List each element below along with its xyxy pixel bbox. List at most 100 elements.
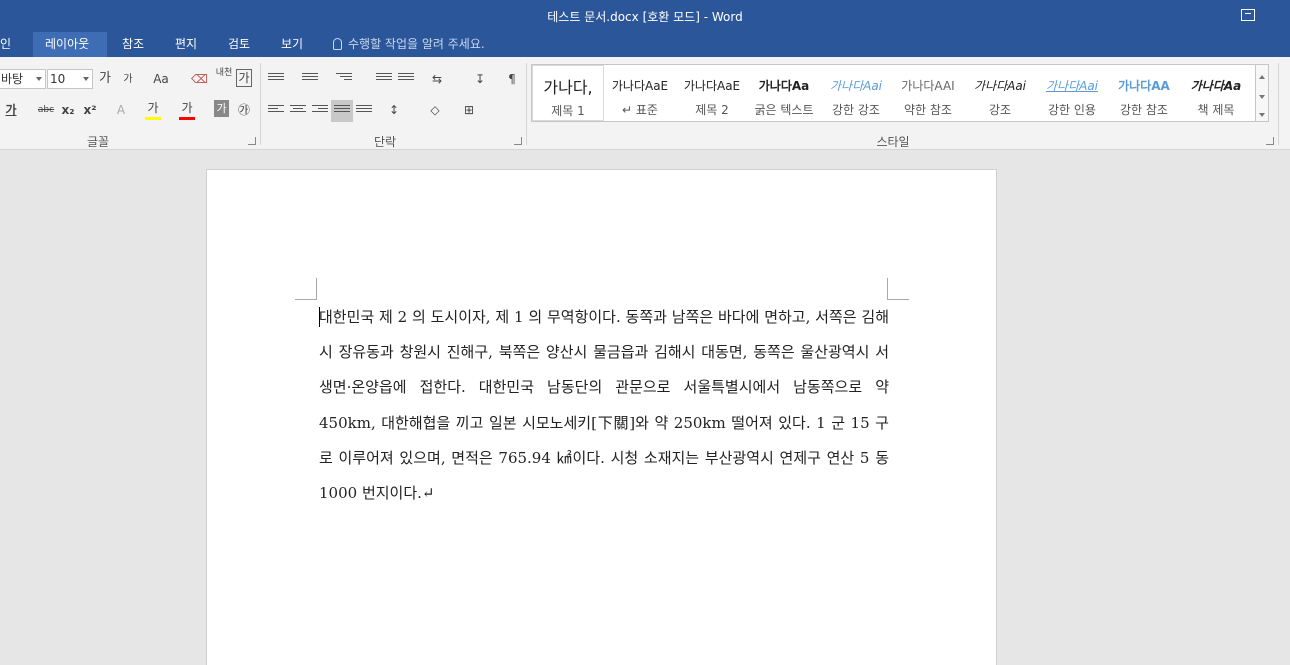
numbering-icon[interactable] [302, 73, 318, 85]
tab-references[interactable]: 참조 [110, 32, 156, 57]
chevron-down-icon[interactable] [1259, 95, 1265, 99]
decrease-indent-icon[interactable] [376, 73, 392, 85]
style-name: ↵ 표준 [622, 103, 658, 117]
style-preview: 가나다Aai [829, 79, 883, 93]
crop-mark-top-left [295, 278, 317, 300]
multilevel-list-icon[interactable] [336, 73, 352, 85]
styles-gallery-scroll[interactable] [1255, 64, 1269, 122]
more-styles-icon[interactable] [1259, 113, 1265, 117]
document-paragraph[interactable]: 대한민국 제 2 의 도시이자, 제 1 의 무역항이다. 동쪽과 남쪽은 바다… [319, 300, 889, 511]
style-name: 굵은 텍스트 [754, 103, 814, 117]
style-name: 책 제목 [1197, 103, 1235, 117]
tell-me-box[interactable]: 수행할 작업을 알려 주세요. [333, 32, 485, 57]
style-heading2[interactable]: 가나다AaE 제목 2 [676, 65, 748, 121]
tell-me-text: 수행할 작업을 알려 주세요. [348, 37, 485, 51]
font-color-button[interactable]: 가 [179, 97, 195, 119]
tab-review[interactable]: 검토 [216, 32, 262, 57]
font-size-value: 10 [50, 72, 66, 86]
superscript-button[interactable]: x² [82, 99, 98, 121]
style-book-title[interactable]: 가나다Aa 책 제목 [1180, 65, 1252, 121]
crop-mark-top-right [887, 278, 909, 300]
font-name-combo[interactable]: 바탕 [0, 69, 46, 89]
style-preview: 가나다Aa [1190, 79, 1242, 93]
title-bar: 테스트 문서.docx [호환 모드] - Word [0, 0, 1290, 32]
style-intense-emphasis[interactable]: 가나다Aai 강한 강조 [820, 65, 892, 121]
tab-design[interactable]: 인 [0, 32, 23, 57]
paragraph-group-label: 단락 [373, 135, 397, 149]
window-title: 테스트 문서.docx [호환 모드] - Word [547, 10, 743, 24]
font-name-value: 바탕 [1, 72, 24, 86]
font-size-combo[interactable]: 10 [47, 69, 93, 89]
chevron-up-icon[interactable] [1259, 75, 1265, 79]
tab-view[interactable]: 보기 [269, 32, 315, 57]
line-spacing-icon[interactable]: ↕ [384, 99, 404, 121]
style-preview: 가나다, [543, 78, 593, 97]
style-strong[interactable]: 가나다Aa 굵은 텍스트 [748, 65, 820, 121]
borders-icon[interactable]: ⊞ [460, 99, 478, 121]
align-right-icon[interactable] [312, 105, 328, 117]
style-intense-reference[interactable]: 가나다AA 강한 참조 [1108, 65, 1180, 121]
highlight-button[interactable]: 가 [145, 97, 161, 119]
enclose-characters-button[interactable]: 가 [236, 69, 252, 87]
style-name: 강한 참조 [1120, 103, 1168, 117]
style-normal[interactable]: 가나다AaE ↵ 표준 [604, 65, 676, 121]
show-marks-icon[interactable]: ¶ [504, 68, 520, 90]
grow-font-button[interactable]: 가 [97, 68, 113, 90]
font-color-swatch [179, 117, 195, 120]
chevron-down-icon[interactable] [83, 77, 89, 81]
shrink-font-button[interactable]: 가 [121, 69, 135, 91]
style-preview: 가나다AaE [611, 79, 669, 93]
style-preview: 가나다Aai [1045, 79, 1099, 93]
bullets-icon[interactable] [268, 73, 284, 85]
tab-layout[interactable]: 레이아웃 [33, 32, 107, 57]
tab-mailings[interactable]: 편지 [163, 32, 209, 57]
style-emphasis[interactable]: 가나다Aai 강조 [964, 65, 1036, 121]
sort-ltr-icon[interactable]: ⇆ [428, 68, 446, 90]
change-case-button[interactable]: Aa [149, 68, 173, 90]
align-left-icon[interactable] [268, 105, 284, 117]
lightbulb-icon [333, 38, 342, 50]
group-divider [260, 63, 261, 145]
style-name: 제목 2 [695, 103, 729, 117]
font-group-label: 글꼴 [86, 135, 110, 149]
styles-gallery: 가나다, 제목 1 가나다AaE ↵ 표준 가나다AaE 제목 2 가나다Aa … [531, 64, 1269, 122]
underline-button[interactable]: 가 [2, 99, 20, 121]
chevron-down-icon[interactable] [36, 77, 42, 81]
highlight-color-swatch [145, 117, 161, 120]
distributed-icon[interactable] [356, 105, 372, 117]
increase-indent-icon[interactable] [398, 73, 414, 85]
strikethrough-button[interactable]: abc [36, 99, 56, 121]
justify-icon[interactable] [334, 105, 350, 117]
styles-group-label: 스타일 [876, 135, 910, 149]
style-subtle-reference[interactable]: 가나다AAI 약한 참조 [892, 65, 964, 121]
shading-icon[interactable]: ◇ [426, 99, 444, 121]
ribbon: 바탕 10 가 가 Aa ⌫ 내천 가 가 abc x₂ x² A 가 가 가 … [0, 57, 1290, 150]
group-divider [1278, 63, 1279, 145]
style-preview: 가나다AaE [683, 79, 741, 93]
text-effects-icon[interactable]: A [114, 99, 128, 121]
style-preview: 가나다AAI [901, 79, 955, 93]
subscript-button[interactable]: x₂ [60, 99, 76, 121]
style-intense-quote[interactable]: 가나다Aai 강한 인용 [1036, 65, 1108, 121]
character-shading-button[interactable]: 가 [214, 100, 229, 117]
group-divider [526, 63, 527, 145]
align-center-icon[interactable] [290, 105, 306, 117]
document-page[interactable]: 대한민국 제 2 의 도시이자, 제 1 의 무역항이다. 동쪽과 남쪽은 바다… [206, 169, 997, 665]
styles-dialog-launcher-icon[interactable] [1266, 137, 1274, 145]
style-name: 약한 참조 [904, 103, 952, 117]
style-heading1[interactable]: 가나다, 제목 1 [532, 65, 604, 121]
phonetic-guide-button[interactable]: 내천 [213, 68, 235, 90]
style-preview: 가나다Aa [758, 79, 810, 93]
style-name: 강한 인용 [1048, 103, 1096, 117]
style-preview: 가나다AA [1118, 79, 1170, 93]
paragraph-dialog-launcher-icon[interactable] [514, 137, 522, 145]
sort-icon[interactable]: ↧ [472, 68, 488, 90]
style-preview: 가나다Aai [973, 79, 1027, 93]
style-name: 제목 1 [551, 104, 585, 118]
clear-formatting-icon[interactable]: ⌫ [191, 68, 208, 90]
style-name: 강조 [988, 103, 1012, 117]
font-dialog-launcher-icon[interactable] [248, 137, 256, 145]
enclosed-alphanumeric-button[interactable]: ㉮ [235, 99, 253, 121]
ribbon-display-options-icon[interactable] [1241, 9, 1255, 21]
ribbon-tab-bar: 인 레이아웃 참조 편지 검토 보기 수행할 작업을 알려 주세요. [0, 32, 1290, 57]
